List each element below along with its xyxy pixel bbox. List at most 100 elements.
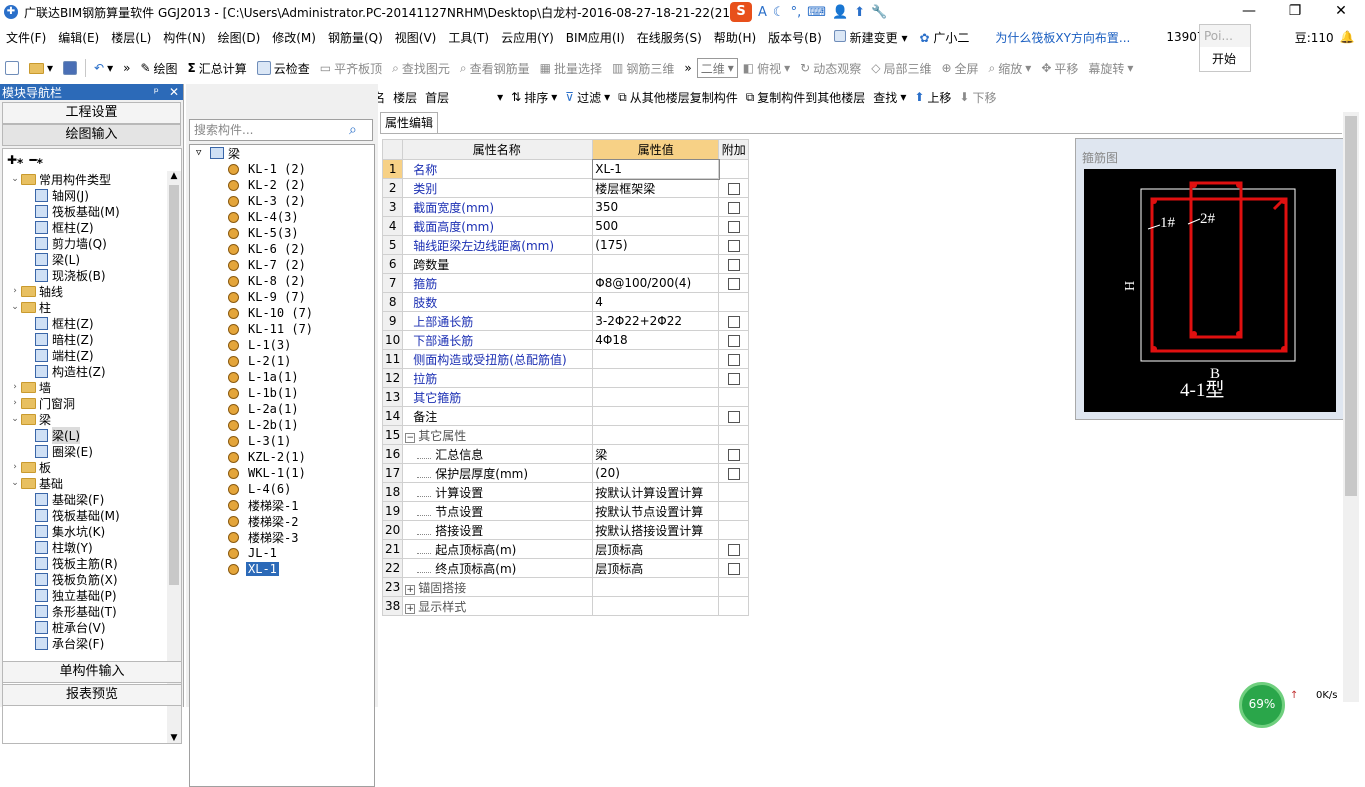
ime-font-icon[interactable]: A (758, 5, 767, 20)
property-row[interactable]: 3 截面宽度(mm) 350 (381, 197, 750, 217)
move-up-button[interactable]: ⬆ 上移 (910, 89, 955, 106)
search-icon[interactable]: ⌕ (349, 122, 357, 138)
nav-folder[interactable]: › 墙 (9, 379, 181, 395)
component-item[interactable]: KL-10 (7) (190, 305, 374, 321)
add-checkbox[interactable] (727, 353, 740, 366)
property-row[interactable]: 38 + 显示样式 (381, 596, 750, 616)
cloud-check-button[interactable]: 云检查 (252, 60, 315, 77)
nav-item[interactable]: 现浇板(B) (9, 267, 181, 283)
component-search-input[interactable]: 搜索构件... (189, 119, 373, 141)
collapse-arrow-icon[interactable]: ⌄ (9, 478, 21, 488)
nav-item[interactable]: 梁(L) (9, 426, 181, 444)
property-row[interactable]: 15− 其它属性 (381, 425, 750, 445)
property-value[interactable]: 3-2Φ22+2Φ22 (592, 311, 720, 331)
add-checkbox[interactable] (727, 277, 740, 290)
component-item[interactable]: JL-1 (190, 545, 374, 561)
property-value[interactable]: 层顶标高 (592, 558, 720, 578)
component-item[interactable]: KL-6 (2) (190, 241, 374, 257)
property-value[interactable] (592, 349, 720, 369)
property-row[interactable]: 16 汇总信息 梁 (381, 444, 750, 464)
nav-item[interactable]: 暗柱(Z) (9, 331, 181, 347)
view-rebar-button[interactable]: ⌕ 查看钢筋量 (455, 60, 535, 77)
property-value[interactable]: 按默认节点设置计算 (592, 501, 720, 521)
fullscreen-button[interactable]: ⊕ 全屏 (936, 60, 983, 77)
copy-to-floor-button[interactable]: ⧉ 复制构件到其他楼层 (742, 89, 870, 106)
ime-moon-icon[interactable]: ☾ (773, 5, 785, 20)
expand-group-icon[interactable]: + (405, 584, 416, 595)
menu-new-change[interactable]: 新建变更 ▾ (828, 29, 914, 46)
menu-file[interactable]: 文件(F) (0, 29, 52, 46)
ime-punct-icon[interactable]: °, (791, 5, 802, 20)
property-value[interactable]: 梁 (592, 444, 720, 464)
add-checkbox[interactable] (727, 467, 740, 480)
undo-icon[interactable]: ↶ ▾ (89, 61, 118, 75)
menu-component[interactable]: 构件(N) (157, 29, 211, 46)
nav-item[interactable]: 构造柱(Z) (9, 363, 181, 379)
property-row[interactable]: 2 类别 楼层框架梁 (381, 178, 750, 198)
property-row[interactable]: 1 名称 XL-1 (381, 158, 750, 180)
menu-modify[interactable]: 修改(M) (266, 29, 322, 46)
add-checkbox[interactable] (727, 334, 740, 347)
component-root[interactable]: ▽ 梁 (190, 145, 374, 161)
menu-cloud[interactable]: 云应用(Y) (495, 29, 560, 46)
property-value[interactable]: 350 (592, 197, 720, 217)
close-button[interactable]: ✕ (1318, 0, 1364, 24)
save-icon[interactable] (58, 61, 82, 75)
top-view-button[interactable]: ◧ 俯视 ▾ (738, 60, 795, 77)
property-row[interactable]: 10 下部通长筋 4Φ18 (381, 330, 750, 350)
add-checkbox[interactable] (727, 410, 740, 423)
component-item[interactable]: KL-5(3) (190, 225, 374, 241)
nav-item[interactable]: 筏板负筋(X) (9, 571, 181, 587)
network-speed-badge[interactable]: 69% (1239, 682, 1285, 728)
property-row[interactable]: 9 上部通长筋 3-2Φ22+2Φ22 (381, 311, 750, 331)
find-button[interactable]: 查找 ▾ (869, 89, 910, 106)
nav-item[interactable]: 筏板基础(M) (9, 507, 181, 523)
scroll-down-icon[interactable]: ▼ (167, 733, 181, 743)
nav-item[interactable]: 剪力墙(Q) (9, 235, 181, 251)
nav-folder[interactable]: › 板 (9, 459, 181, 475)
tab-property-edit[interactable]: 属性编辑 (380, 112, 439, 134)
component-item[interactable]: 楼梯梁-2 (190, 513, 374, 529)
component-item[interactable]: WKL-1(1) (190, 465, 374, 481)
property-row[interactable]: 22 终点顶标高(m) 层顶标高 (381, 558, 750, 578)
property-value[interactable]: 按默认搭接设置计算 (592, 520, 720, 540)
single-input-button[interactable]: 单构件输入 (2, 661, 182, 683)
property-row[interactable]: 8 肢数 4 (381, 292, 750, 312)
component-item[interactable]: 楼梯梁-3 (190, 529, 374, 545)
property-scrollbar[interactable] (1343, 112, 1359, 702)
nav-item[interactable]: 集水坑(K) (9, 523, 181, 539)
property-row[interactable]: 19 节点设置 按默认节点设置计算 (381, 501, 750, 521)
nav-item[interactable]: 端柱(Z) (9, 347, 181, 363)
property-row[interactable]: 5 轴线距梁左边线距离(mm) (175) (381, 235, 750, 255)
project-settings-button[interactable]: 工程设置 (2, 102, 181, 124)
property-value[interactable] (592, 577, 720, 597)
filter-button[interactable]: ⊽ 过滤 ▾ (561, 89, 614, 106)
nav-close-icon[interactable]: ✕ (169, 85, 179, 99)
component-item[interactable]: KL-8 (2) (190, 273, 374, 289)
menu-question-link[interactable]: 为什么筏板XY方向布置... (989, 29, 1136, 46)
property-row[interactable]: 12 拉筋 (381, 368, 750, 388)
nav-item[interactable]: 梁(L) (9, 251, 181, 267)
new-file-icon[interactable] (0, 61, 24, 75)
ime-upload-icon[interactable]: ⬆ (854, 5, 865, 20)
sum-calc-button[interactable]: Σ 汇总计算 (183, 60, 252, 77)
menu-online[interactable]: 在线服务(S) (631, 29, 708, 46)
property-row[interactable]: 20 搭接设置 按默认搭接设置计算 (381, 520, 750, 540)
batch-select-button[interactable]: ▦ 批量选择 (535, 60, 607, 77)
component-item[interactable]: KL-7 (2) (190, 257, 374, 273)
nav-item[interactable]: 框柱(Z) (9, 315, 181, 331)
property-value[interactable]: 层顶标高 (592, 539, 720, 559)
component-item[interactable]: KL-9 (7) (190, 289, 374, 305)
component-item[interactable]: KL-3 (2) (190, 193, 374, 209)
property-value[interactable]: 4Φ18 (592, 330, 720, 350)
expand-all-icon[interactable]: ✚⁎ (7, 153, 23, 167)
menu-bim[interactable]: BIM应用(I) (560, 29, 631, 46)
menu-tools[interactable]: 工具(T) (442, 29, 495, 46)
property-row[interactable]: 21 起点顶标高(m) 层顶标高 (381, 539, 750, 559)
property-row[interactable]: 11 侧面构造或受扭筋(总配筋值) (381, 349, 750, 369)
nav-folder[interactable]: ⌄ 梁 (9, 411, 181, 427)
property-value[interactable]: Φ8@100/200(4) (592, 273, 720, 293)
add-checkbox[interactable] (727, 258, 740, 271)
nav-item[interactable]: 圈梁(E) (9, 443, 181, 459)
menu-floor[interactable]: 楼层(L) (105, 29, 157, 46)
